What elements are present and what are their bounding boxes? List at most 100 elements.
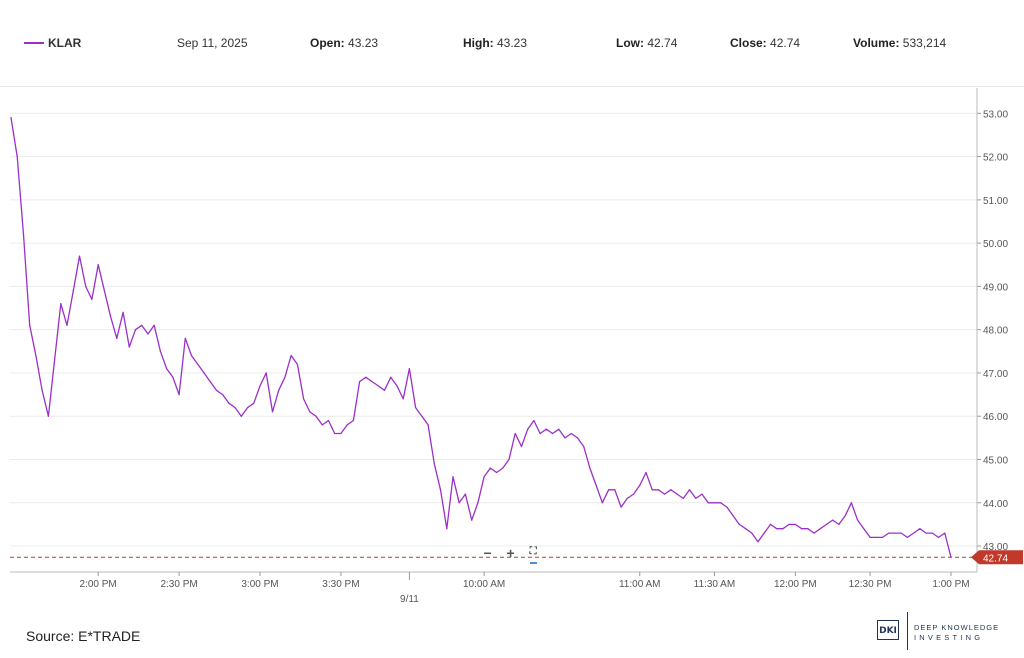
price-point [458,502,460,504]
price-point [763,532,765,534]
price-point [800,528,803,530]
price-point [844,515,846,517]
logo-divider [907,612,908,650]
price-point [913,532,915,534]
price-chart[interactable]: 53.00 52.00 51.00 50.00 49.00 48.00 47.00 46.00… [0,86,1024,606]
price-point [508,458,510,461]
price-point [128,346,130,348]
price-point [122,311,124,313]
x-tick-label: 10:00 AM [463,579,505,590]
low-stat: Low: 42.74 [616,36,677,50]
low-label: Low: [616,36,644,50]
price-point [16,155,18,158]
price-point [751,532,753,534]
price-point [601,502,603,504]
price-point [589,467,591,469]
x-tick-label: 3:00 PM [241,579,278,590]
price-point [408,368,411,370]
zoom-in-button[interactable]: + [507,543,515,563]
price-point [794,523,796,525]
price-point [539,432,541,435]
price-point [153,324,155,326]
y-tick-label: 51.00 [983,196,1008,207]
price-point [931,532,933,534]
price-point [234,406,236,409]
price-point [744,528,747,530]
price-point [110,316,112,318]
price-point [595,484,597,487]
price-point [682,497,684,500]
price-point [415,406,417,409]
y-tick-label: 44.00 [983,499,1008,510]
legend-line-swatch [24,42,44,44]
price-point [788,523,790,525]
price-point [178,393,180,396]
price-point [875,536,877,538]
price-point [427,424,429,426]
volume-value: 533,214 [902,36,947,50]
price-point [446,528,448,530]
price-point [383,389,386,391]
price-point [857,519,859,521]
price-point [695,497,697,500]
price-point [838,523,840,525]
price-point [396,385,398,387]
price-point [738,523,740,525]
open-value: 43.23 [348,36,379,50]
open-label: Open: [310,36,345,50]
price-point [197,363,199,365]
price-point [471,519,473,521]
price-point [608,489,610,491]
x-tick-label: 11:30 AM [694,579,736,590]
price-point [881,536,884,538]
price-point [91,298,93,300]
quote-date: Sep 11, 2025 [177,36,248,50]
price-point [290,355,292,357]
price-point [894,532,896,534]
price-point [359,381,361,383]
price-point [564,437,566,439]
high-stat: High: 43.23 [463,36,527,50]
expand-icon[interactable]: ⛶ [529,542,537,564]
source-note: Source: E*TRADE [26,628,141,644]
price-point [10,117,12,119]
price-point [937,536,940,538]
price-point [626,497,628,500]
x-tick-label: 1:00 PM [932,579,969,590]
price-point [819,528,821,530]
date-marker-label: 9/11 [400,594,419,605]
price-point [315,415,317,417]
price-point [570,432,572,435]
open-stat: Open: 43.23 [310,36,378,50]
logo-text-line1: DEEP KNOWLEDGE [914,623,1000,632]
y-tick-label: 50.00 [983,239,1008,250]
zoom-out-button[interactable]: − [483,543,491,563]
price-point [489,467,491,469]
high-label: High: [463,36,494,50]
price-point [919,528,921,530]
price-point [527,428,529,430]
price-point [116,337,118,339]
price-point [632,493,635,495]
price-point [825,523,828,525]
y-tick-label: 45.00 [983,455,1008,466]
price-point [22,233,25,236]
price-point [832,519,834,521]
price-point [296,363,298,365]
price-point [545,428,547,430]
price-point [334,432,336,435]
x-tick-label: 2:00 PM [80,579,117,590]
price-point [184,337,186,339]
price-point [147,333,149,335]
price-point [495,471,498,474]
x-tick-label: 12:00 PM [774,579,817,590]
price-point [452,476,454,478]
x-tick-label: 2:30 PM [160,579,197,590]
price-point [776,528,778,530]
close-label: Close: [730,36,767,50]
price-point [925,532,927,534]
price-point [41,389,43,391]
volume-stat: Volume: 533,214 [853,36,946,50]
high-value: 43.23 [497,36,528,50]
price-point [888,532,890,534]
